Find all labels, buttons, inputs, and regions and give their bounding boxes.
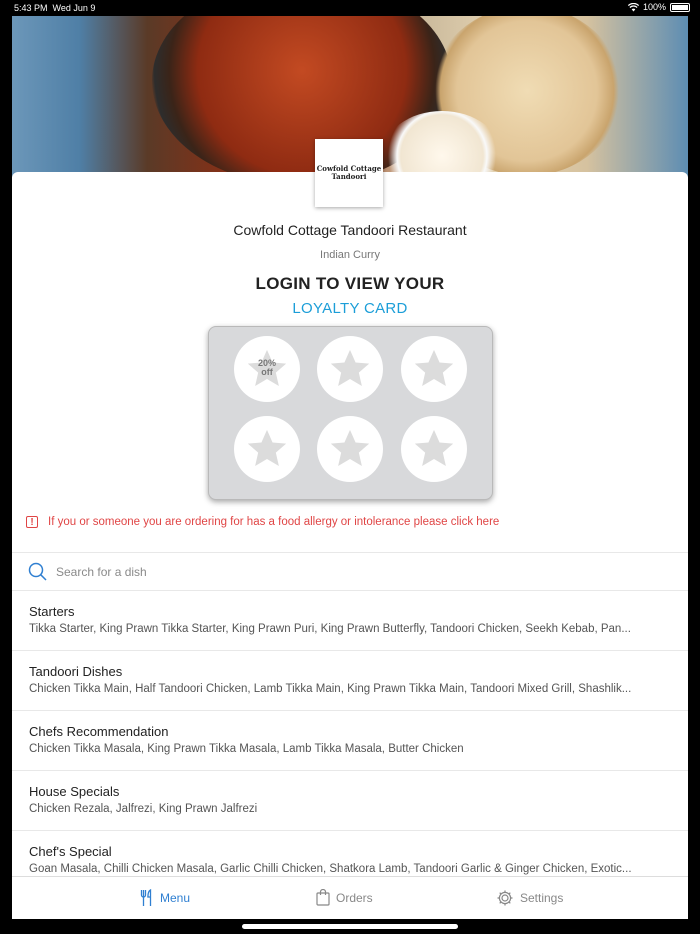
menu-category[interactable]: House Specials Chicken Rezala, Jalfrezi,…	[29, 784, 674, 815]
menu-category[interactable]: Chefs Recommendation Chicken Tikka Masal…	[29, 724, 674, 755]
stamp-reward: 20% off	[234, 336, 300, 402]
category-title: Starters	[29, 604, 75, 619]
category-items: Chicken Tikka Masala, King Prawn Tikka M…	[29, 743, 464, 755]
restaurant-cuisine: Indian Curry	[320, 249, 380, 261]
category-items: Goan Masala, Chilli Chicken Masala, Garl…	[29, 863, 632, 875]
category-items: Tikka Starter, King Prawn Tikka Starter,…	[29, 623, 631, 635]
category-items: Chicken Rezala, Jalfrezi, King Prawn Jal…	[29, 803, 258, 815]
stamp-slot	[401, 416, 467, 482]
status-bar: 5:43 PM Wed Jun 9 100%	[0, 0, 700, 16]
star-icon	[330, 349, 370, 387]
divider	[12, 552, 688, 553]
battery-icon	[670, 2, 690, 12]
shopping-bag-icon	[316, 889, 330, 906]
cutlery-icon	[140, 889, 152, 906]
loyalty-card-link[interactable]: LOYALTY CARD	[12, 300, 688, 317]
category-title: Tandoori Dishes	[29, 664, 123, 679]
star-icon	[247, 429, 287, 467]
tab-orders[interactable]: Orders	[316, 889, 373, 906]
allergy-notice-text: If you or someone you are ordering for h…	[48, 516, 500, 528]
status-time: 5:43 PM Wed Jun 9	[14, 3, 96, 13]
category-title: Chef's Special	[29, 844, 112, 859]
tab-bar: Menu Orders Settings	[12, 876, 688, 919]
login-heading[interactable]: LOGIN TO VIEW YOUR	[12, 274, 688, 294]
alert-icon: !	[26, 516, 38, 528]
allergy-notice-link[interactable]: ! If you or someone you are ordering for…	[26, 516, 499, 528]
tab-settings[interactable]: Settings	[496, 889, 563, 907]
stamp-slot	[317, 416, 383, 482]
stamp-slot	[401, 336, 467, 402]
menu-category[interactable]: Chef's Special Goan Masala, Chilli Chick…	[29, 844, 674, 875]
divider	[12, 590, 688, 591]
search-input[interactable]: Search for a dish	[56, 565, 147, 579]
star-icon	[414, 429, 454, 467]
stamp-slot	[234, 416, 300, 482]
category-title: House Specials	[29, 784, 120, 799]
status-indicators: 100%	[627, 2, 690, 12]
main-card: Cowfold Cottage Tandoori Cowfold Cottage …	[12, 139, 688, 918]
tab-settings-label: Settings	[520, 891, 564, 905]
menu-category[interactable]: Tandoori Dishes Chicken Tikka Main, Half…	[29, 664, 674, 695]
star-icon	[330, 429, 370, 467]
tab-menu[interactable]: Menu	[140, 889, 190, 907]
loyalty-stamp-card[interactable]: 20% off	[208, 326, 493, 500]
divider	[12, 770, 688, 771]
divider	[12, 710, 688, 711]
search-icon	[28, 562, 47, 581]
tab-menu-label: Menu	[160, 891, 191, 905]
category-title: Chefs Recommendation	[29, 724, 169, 739]
gear-icon	[497, 890, 513, 906]
star-icon	[414, 349, 454, 387]
home-indicator[interactable]	[242, 924, 458, 929]
restaurant-logo: Cowfold Cottage Tandoori	[315, 139, 383, 207]
stamp-slot	[317, 336, 383, 402]
category-items: Chicken Tikka Main, Half Tandoori Chicke…	[29, 683, 632, 695]
reward-label: 20% off	[257, 358, 276, 377]
tab-orders-label: Orders	[336, 890, 373, 905]
search-bar[interactable]: Search for a dish	[28, 562, 147, 582]
menu-category[interactable]: Starters Tikka Starter, King Prawn Tikka…	[29, 604, 674, 635]
divider	[12, 650, 688, 651]
wifi-icon	[627, 2, 639, 11]
restaurant-name: Cowfold Cottage Tandoori Restaurant	[233, 222, 467, 238]
divider	[12, 830, 688, 831]
battery-percent: 100%	[642, 2, 666, 12]
